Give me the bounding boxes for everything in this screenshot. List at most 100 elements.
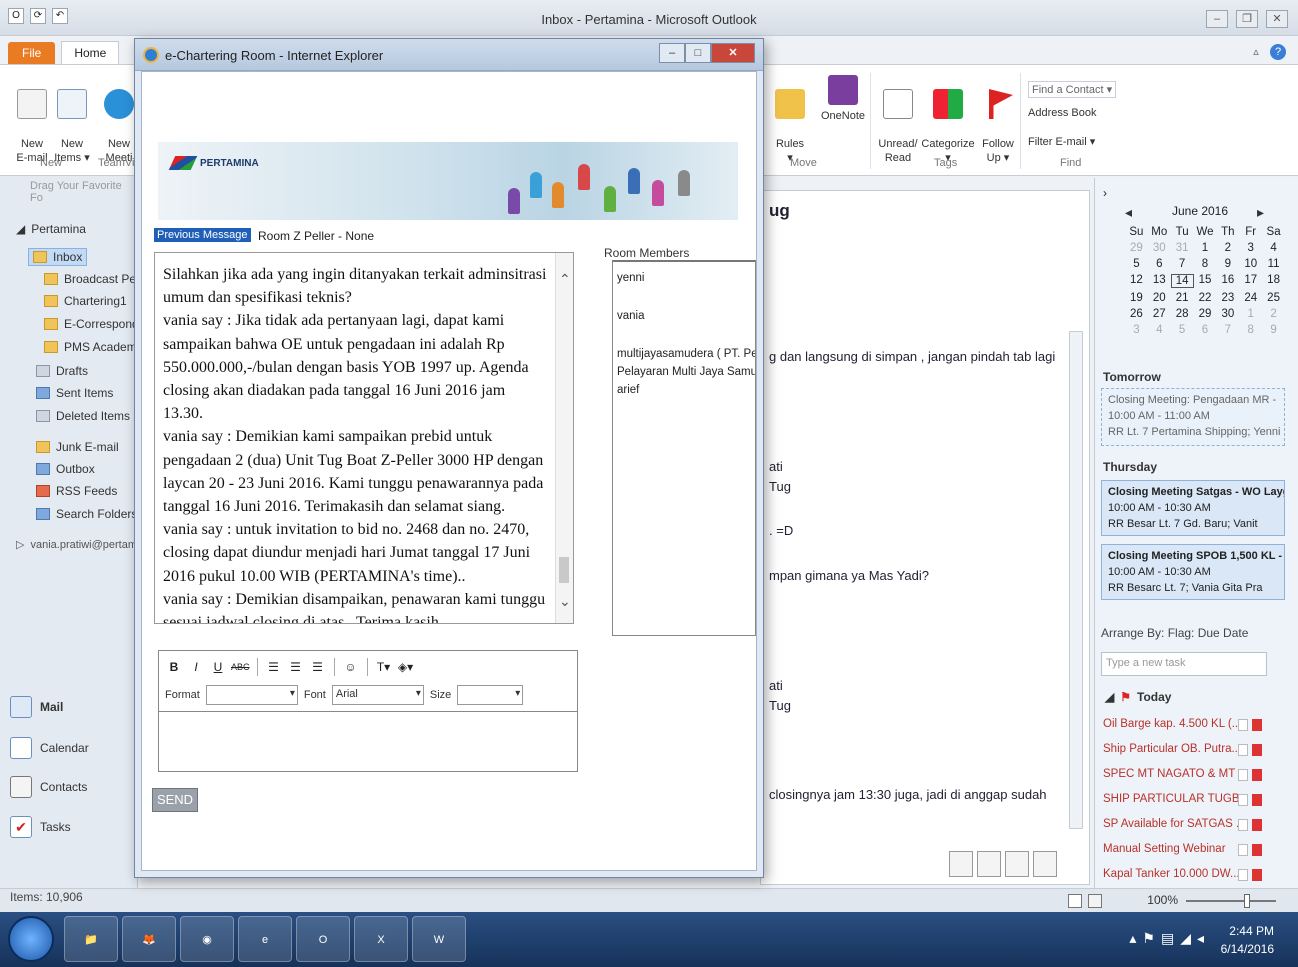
flag-icon[interactable] xyxy=(1252,744,1262,756)
calendar-day[interactable]: 8 xyxy=(1239,324,1262,336)
folder-outbox[interactable]: Outbox xyxy=(36,462,95,476)
scroll-up-icon[interactable]: ⌃ xyxy=(559,271,571,288)
person-icon[interactable] xyxy=(949,851,973,877)
address-book-button[interactable]: Address Book xyxy=(1028,107,1096,119)
arrange-by[interactable]: Arrange By: Flag: Due Date xyxy=(1101,626,1248,640)
tab-file[interactable]: File xyxy=(8,42,56,64)
next-month-icon[interactable]: ▸ xyxy=(1257,204,1264,221)
new-task-input[interactable]: Type a new task xyxy=(1101,652,1267,676)
member-item[interactable]: vania xyxy=(617,308,645,324)
calendar-day[interactable]: 19 xyxy=(1125,292,1148,304)
flag-icon[interactable] xyxy=(1252,869,1262,881)
normal-view-icon[interactable] xyxy=(1068,894,1082,908)
chrome-taskbar-icon[interactable]: ◉ xyxy=(180,916,234,962)
new-meeting-button[interactable]: New Meeti xyxy=(102,75,136,165)
calendar-day[interactable]: 29 xyxy=(1125,242,1148,254)
calendar-day[interactable]: 2 xyxy=(1216,242,1239,254)
nav-calendar[interactable]: Calendar xyxy=(10,737,89,759)
text-color-icon[interactable]: T▾ xyxy=(375,657,393,677)
calendar-day[interactable]: 4 xyxy=(1262,242,1285,254)
emoticon-icon[interactable]: ☺ xyxy=(342,657,360,677)
system-tray[interactable]: ▴⚑▤◢◂ xyxy=(1129,930,1210,947)
calendar-day[interactable]: 9 xyxy=(1216,258,1239,270)
follow-up-button[interactable]: Follow Up ▾ xyxy=(978,75,1018,165)
calendar-day[interactable]: 31 xyxy=(1171,242,1194,254)
appointment-card[interactable]: Closing Meeting: Pengadaan MR - 10:00 AM… xyxy=(1101,388,1285,446)
person-icon[interactable] xyxy=(1033,851,1057,877)
task-group-today[interactable]: ◢ ⚑ Today xyxy=(1105,690,1171,704)
task-checkbox[interactable] xyxy=(1238,819,1248,831)
new-email-button[interactable]: New E-mail xyxy=(12,75,52,165)
calendar-day[interactable]: 17 xyxy=(1239,274,1262,288)
minimize-button[interactable]: – xyxy=(1206,10,1228,28)
chat-history[interactable]: Silahkan jika ada yang ingin ditanyakan … xyxy=(154,252,574,624)
todo-expand-icon[interactable]: › xyxy=(1103,186,1107,200)
calendar-day[interactable]: 18 xyxy=(1262,274,1285,288)
calendar-day[interactable]: 28 xyxy=(1171,308,1194,320)
folder-deleted-items[interactable]: Deleted Items xyxy=(36,409,130,423)
calendar-day[interactable]: 24 xyxy=(1239,292,1262,304)
calendar-day[interactable]: 21 xyxy=(1171,292,1194,304)
unread-read-button[interactable]: Unread/ Read xyxy=(876,75,920,165)
underline-button[interactable]: U xyxy=(209,657,227,677)
folder-drafts[interactable]: Drafts xyxy=(36,364,88,378)
strikethrough-button[interactable]: ABC xyxy=(231,657,250,677)
nav-contacts[interactable]: Contacts xyxy=(10,776,87,798)
italic-button[interactable]: I xyxy=(187,657,205,677)
calendar-day[interactable]: 1 xyxy=(1194,242,1217,254)
folder-broadcast[interactable]: Broadcast Pert xyxy=(44,272,143,286)
chat-scrollbar[interactable]: ⌃ ⌄ xyxy=(555,253,573,623)
person-icon[interactable] xyxy=(1005,851,1029,877)
size-select[interactable] xyxy=(457,685,524,705)
reading-view-icon[interactable] xyxy=(1088,894,1102,908)
close-button[interactable]: ✕ xyxy=(1266,10,1288,28)
filter-email-button[interactable]: Filter E-mail ▾ xyxy=(1028,135,1095,148)
flag-icon[interactable] xyxy=(1252,819,1262,831)
highlight-color-icon[interactable]: ◈▾ xyxy=(397,657,415,677)
rules-button[interactable]: Rules ▾ xyxy=(770,75,810,165)
folder-inbox[interactable]: Inbox xyxy=(28,248,88,266)
ie-taskbar-icon[interactable]: e xyxy=(238,916,292,962)
account-pertamina[interactable]: ◢ Pertamina xyxy=(16,222,86,236)
outlook-taskbar-icon[interactable]: O xyxy=(296,916,350,962)
flag-icon[interactable] xyxy=(1252,794,1262,806)
nav-tasks[interactable]: ✔ Tasks xyxy=(10,816,71,838)
scroll-down-icon[interactable]: ⌄ xyxy=(559,593,571,610)
nav-mail[interactable]: Mail xyxy=(10,696,63,718)
word-taskbar-icon[interactable]: W xyxy=(412,916,466,962)
account-vania[interactable]: ▷ vania.pratiwi@pertam xyxy=(16,538,137,552)
calendar-day[interactable]: 27 xyxy=(1148,308,1171,320)
flag-icon[interactable] xyxy=(1252,769,1262,781)
appointment-card[interactable]: Closing Meeting Satgas - WO Layg 10:00 A… xyxy=(1101,480,1285,536)
calendar-day[interactable]: 11 xyxy=(1262,258,1285,270)
bold-button[interactable]: B xyxy=(165,657,183,677)
calendar-day[interactable]: 20 xyxy=(1148,292,1171,304)
align-left-icon[interactable]: ☰ xyxy=(265,657,283,677)
ie-close-button[interactable]: ✕ xyxy=(711,43,755,63)
font-select[interactable]: Arial xyxy=(331,685,424,705)
calendar-day[interactable]: 5 xyxy=(1171,324,1194,336)
help-icon[interactable]: ? xyxy=(1270,44,1286,60)
flag-icon[interactable] xyxy=(1252,844,1262,856)
member-item[interactable]: multijayasamudera ( PT. Pe xyxy=(617,346,755,362)
calendar-day[interactable]: 4 xyxy=(1148,324,1171,336)
calendar-day[interactable]: 12 xyxy=(1125,274,1148,288)
find-contact-box[interactable]: Find a Contact ▾ xyxy=(1028,81,1117,98)
calendar-day[interactable]: 25 xyxy=(1262,292,1285,304)
calendar-day[interactable]: 15 xyxy=(1194,274,1217,288)
flag-icon[interactable] xyxy=(1252,719,1262,731)
calendar-day[interactable]: 2 xyxy=(1262,308,1285,320)
folder-junk[interactable]: Junk E-mail xyxy=(36,440,119,454)
person-icon[interactable] xyxy=(977,851,1001,877)
folder-chartering1[interactable]: Chartering1 xyxy=(44,294,127,308)
calendar-day[interactable]: 13 xyxy=(1148,274,1171,288)
folder-pms-academy[interactable]: PMS Academy xyxy=(44,340,143,354)
folder-ecorrespondence[interactable]: E-Corresponde xyxy=(44,317,145,331)
folder-sent-items[interactable]: Sent Items xyxy=(36,386,113,400)
calendar-day[interactable]: 26 xyxy=(1125,308,1148,320)
ie-minimize-button[interactable]: – xyxy=(659,43,685,63)
ie-maximize-button[interactable]: □ xyxy=(685,43,711,63)
calendar-day[interactable]: 9 xyxy=(1262,324,1285,336)
task-checkbox[interactable] xyxy=(1238,794,1248,806)
folder-search[interactable]: Search Folders xyxy=(36,507,137,521)
